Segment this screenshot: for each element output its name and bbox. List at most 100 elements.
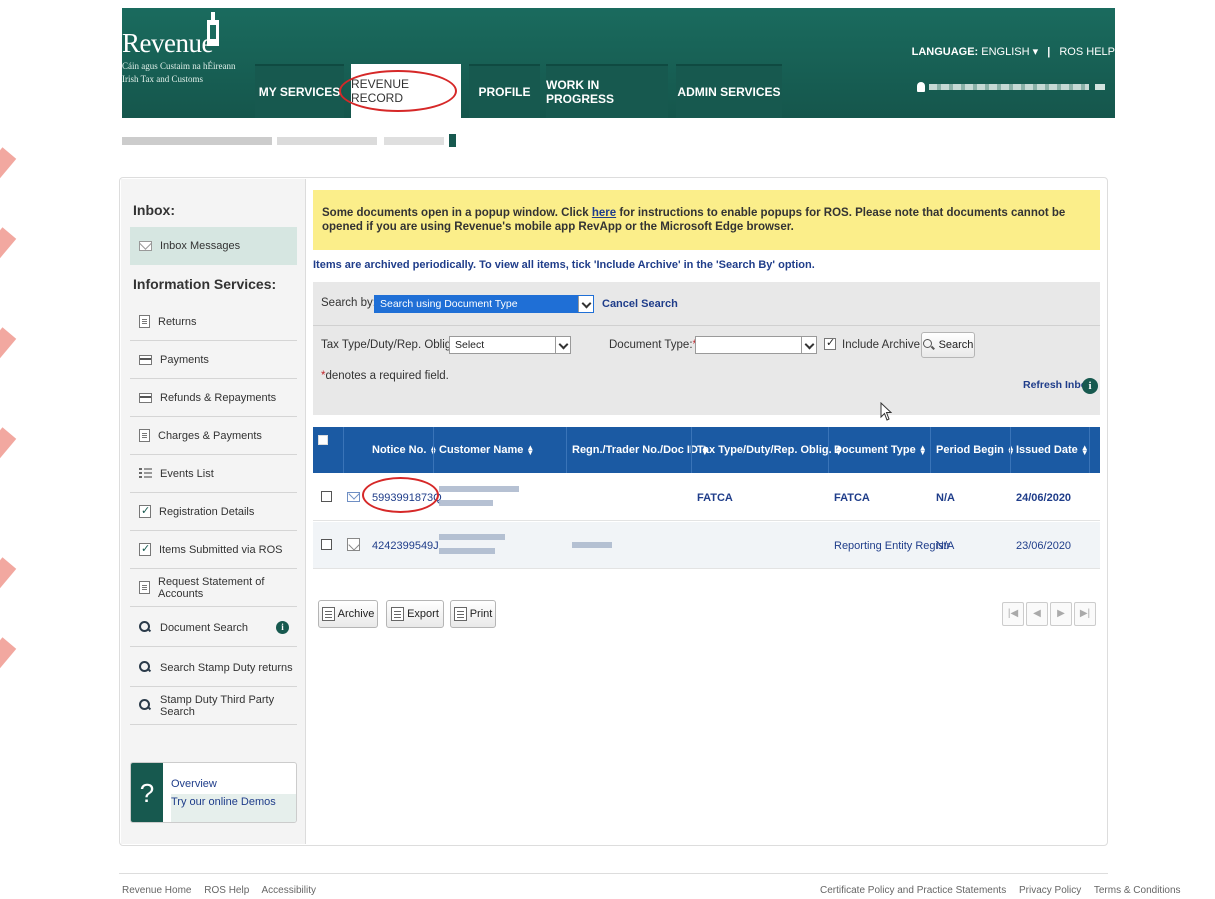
document-type-cell[interactable]: FATCA	[834, 474, 870, 521]
language-value[interactable]: ENGLISH	[981, 46, 1029, 58]
sidebar-item-document-search[interactable]: Document Search i	[130, 609, 297, 647]
user-icon	[917, 82, 925, 92]
sidebar-item-refunds[interactable]: Refunds & Repayments	[130, 379, 297, 417]
chevron-down-icon[interactable]	[801, 337, 816, 353]
archive-icon	[321, 607, 335, 621]
search-by-label: Search by:	[321, 297, 376, 309]
next-page-icon[interactable]: ▶	[1050, 602, 1072, 626]
sort-icon[interactable]: ▲▼	[526, 444, 534, 457]
sidebar-item-label: Payments	[160, 353, 209, 366]
sidebar-item-charges[interactable]: Charges & Payments	[130, 417, 297, 455]
sidebar-item-events-list[interactable]: Events List	[130, 455, 297, 493]
chevron-down-icon[interactable]: ▾	[1033, 46, 1039, 58]
print-icon	[453, 607, 467, 621]
table-row[interactable]: 4242399549J Reporting Entity Registr N/A…	[313, 522, 1100, 569]
footer-left-links: Revenue Home ROS Help Accessibility	[122, 885, 326, 896]
demo-overview-link[interactable]: Overview	[171, 778, 217, 790]
page-title-marker	[449, 134, 456, 147]
tab-profile[interactable]: PROFILE	[469, 64, 540, 118]
chevron-down-icon[interactable]	[578, 296, 593, 312]
required-note-text: denotes a required field.	[325, 370, 449, 382]
document-type-label-text: Document Type:	[609, 339, 693, 351]
logo-subtitle-irish: Cáin agus Custaim na hÉireann	[122, 61, 236, 71]
sidebar-item-label: Request Statement of Accounts	[158, 575, 265, 600]
period-begin-cell: N/A	[936, 491, 955, 504]
tab-revenue-record[interactable]: REVENUE RECORD	[339, 64, 461, 118]
chevron-down-icon[interactable]	[555, 337, 570, 353]
sidebar-item-search-stamp-duty[interactable]: Search Stamp Duty returns	[130, 649, 297, 687]
archive-button[interactable]: Archive	[318, 600, 378, 628]
demo-panel[interactable]: ? Overview Try our online Demos	[130, 762, 297, 823]
ros-help-link[interactable]: ROS HELP	[1059, 46, 1115, 58]
mouse-cursor-icon	[880, 402, 892, 421]
print-button[interactable]: Print	[450, 600, 496, 628]
language-menu[interactable]: LANGUAGE: ENGLISH ▾ | ROS HELP	[912, 45, 1115, 58]
question-icon: ?	[131, 763, 163, 822]
search-icon	[922, 338, 936, 352]
sidebar-item-returns[interactable]: Returns	[130, 303, 297, 341]
tab-work-in-progress[interactable]: WORK IN PROGRESS	[546, 64, 668, 118]
tab-admin-services[interactable]: ADMIN SERVICES	[676, 64, 782, 118]
document-type-select[interactable]	[695, 336, 817, 354]
column-issued-date[interactable]: Issued Date ▲ ▼	[1010, 427, 1089, 473]
footer-link-terms[interactable]: Terms & Conditions	[1094, 885, 1181, 896]
sort-icon[interactable]: ▲▼	[1081, 444, 1089, 457]
export-button[interactable]: Export	[386, 600, 444, 628]
info-icon[interactable]: i	[1082, 378, 1098, 394]
notice-text-before: Some documents open in a popup window. C…	[322, 207, 592, 219]
column-label: Tax Type/Duty/Rep. Oblig.	[697, 444, 832, 456]
column-regn-no[interactable]: Regn./Trader No./Doc ID ▲ ▼	[566, 427, 709, 473]
returns-icon	[139, 315, 150, 328]
column-divider	[343, 427, 344, 473]
sidebar: Inbox: Inbox Messages Information Servic…	[121, 179, 306, 844]
row-checkbox[interactable]	[321, 491, 332, 502]
sidebar-item-registration-details[interactable]: Registration Details	[130, 493, 297, 531]
notice-here-link[interactable]: here	[592, 207, 616, 219]
footer-link-ros-help[interactable]: ROS Help	[204, 885, 249, 896]
row-checkbox[interactable]	[321, 539, 332, 550]
footer-link-certificate-policy[interactable]: Certificate Policy and Practice Statemen…	[820, 885, 1006, 896]
notice-number-link[interactable]: 4242399549J	[372, 522, 439, 569]
column-document-type[interactable]: Document Type ▲ ▼	[828, 427, 927, 473]
column-customer-name[interactable]: Customer Name ▲ ▼	[433, 427, 534, 473]
last-page-icon[interactable]: ▶|	[1074, 602, 1096, 626]
revenue-logo[interactable]: Revenue Cáin agus Custaim na hÉireann Ir…	[122, 12, 236, 85]
sort-icon[interactable]: ▲▼	[919, 444, 927, 457]
footer-link-revenue-home[interactable]: Revenue Home	[122, 885, 191, 896]
information-services-heading: Information Services:	[133, 276, 277, 292]
search-by-select[interactable]: Search using Document Type	[374, 295, 594, 313]
sidebar-item-stamp-duty-third-party[interactable]: Stamp Duty Third Party Search	[130, 687, 297, 725]
tax-type-select[interactable]: Select	[449, 336, 571, 354]
sidebar-item-items-submitted[interactable]: Items Submitted via ROS	[130, 531, 297, 569]
search-button[interactable]: Search	[921, 332, 975, 358]
first-page-icon[interactable]: |◀	[1002, 602, 1024, 626]
column-notice-no[interactable]: Notice No.▲▼	[366, 427, 437, 473]
sidebar-item-inbox-messages[interactable]: Inbox Messages	[130, 227, 297, 265]
footer-link-accessibility[interactable]: Accessibility	[262, 885, 316, 896]
demo-link[interactable]: Try our online Demos	[171, 794, 296, 822]
include-archive-checkbox[interactable]	[824, 336, 836, 350]
required-note: *denotes a required field.	[321, 370, 449, 382]
column-period-begin[interactable]: Period Begin▲▼	[930, 427, 1015, 473]
tax-type-label-text: Tax Type/Duty/Rep. Oblig. :	[321, 339, 461, 351]
footer-link-privacy-policy[interactable]: Privacy Policy	[1019, 885, 1081, 896]
search-icon	[139, 699, 152, 712]
sidebar-item-payments[interactable]: Payments	[130, 341, 297, 379]
select-all-checkbox[interactable]	[318, 435, 328, 445]
divider: |	[1047, 46, 1051, 58]
tab-my-services[interactable]: MY SERVICES	[255, 64, 344, 118]
popup-notice: Some documents open in a popup window. C…	[313, 190, 1100, 250]
search-icon	[139, 661, 152, 674]
charges-icon	[139, 429, 150, 442]
column-tax-type[interactable]: Tax Type/Duty/Rep. Oblig. ▲ ▼	[691, 427, 843, 473]
sidebar-item-label: Refunds & Repayments	[160, 391, 277, 404]
column-label: Issued Date	[1016, 444, 1078, 456]
cancel-search-link[interactable]: Cancel Search	[602, 298, 678, 310]
column-label: Document Type	[834, 444, 916, 456]
left-edge-decoration	[0, 0, 20, 899]
document-type-cell[interactable]: Reporting Entity Registr	[834, 522, 950, 569]
user-account[interactable]	[917, 82, 1107, 92]
sidebar-item-request-statement[interactable]: Request Statement of Accounts	[130, 569, 297, 607]
previous-page-icon[interactable]: ◀	[1026, 602, 1048, 626]
info-icon[interactable]: i	[276, 621, 289, 634]
